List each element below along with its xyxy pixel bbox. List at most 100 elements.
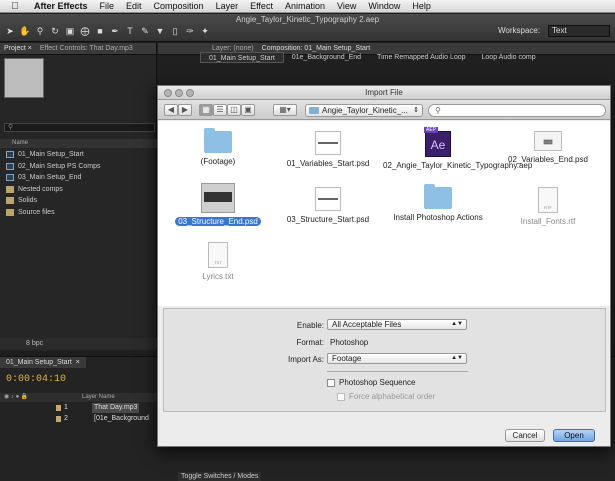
checkbox-box[interactable] xyxy=(327,378,335,387)
minimize-window-button[interactable] xyxy=(175,89,183,97)
brush-tool-icon[interactable]: ✎ xyxy=(139,25,151,37)
file-item[interactable]: AEP Ae 02_Angie_Taylor_Kinetic_Typography… xyxy=(383,127,532,171)
close-icon[interactable]: × xyxy=(76,359,80,366)
layer-name-column[interactable]: Layer Name xyxy=(82,393,115,402)
item-label: Source files xyxy=(18,208,55,216)
file-item[interactable]: 03_Structure_Start.psd xyxy=(273,187,383,225)
import-as-select[interactable]: Footage ▲▼ xyxy=(327,353,467,364)
photoshop-sequence-checkbox[interactable]: Photoshop Sequence xyxy=(327,378,416,387)
icon-view-button[interactable]: ▦ xyxy=(199,104,213,116)
cover-flow-button[interactable]: ▣ xyxy=(241,104,255,116)
cancel-button[interactable]: Cancel xyxy=(505,429,545,442)
list-item[interactable]: 02_Main Setup PS Comps xyxy=(0,161,157,173)
menu-animation[interactable]: Animation xyxy=(279,0,331,13)
tab-layer[interactable]: Layer: (none) xyxy=(208,45,258,52)
list-view-button[interactable]: ☰ xyxy=(213,104,227,116)
path-label: Angie_Taylor_Kinetic_... xyxy=(322,106,408,115)
tab-project[interactable]: Project × xyxy=(0,45,36,52)
menu-edit[interactable]: Edit xyxy=(120,0,148,13)
txt-file-icon: TXT xyxy=(208,242,228,268)
arrange-menu-button[interactable]: ▦▾ xyxy=(273,104,297,116)
timeline-layer[interactable]: 2 [01e_Background xyxy=(0,414,157,424)
file-item[interactable]: ▓▓▓ 02_Variables_End.psd xyxy=(493,131,603,165)
after-effects-project-icon: AEP Ae xyxy=(424,127,451,157)
file-item[interactable]: RTF Install_Fonts.rtf xyxy=(493,187,603,227)
project-panel: Project × Effect Controls: That Day.mp3 … xyxy=(0,43,157,351)
list-item[interactable]: 01_Main Setup_Start xyxy=(0,149,157,161)
checkbox-box[interactable] xyxy=(337,392,345,401)
type-tool-icon[interactable]: T xyxy=(124,25,136,37)
label-color[interactable] xyxy=(56,405,61,411)
enable-select[interactable]: All Acceptable Files ▲▼ xyxy=(327,319,467,330)
project-column-name[interactable]: Name xyxy=(0,139,157,148)
import-options: Enable: All Acceptable Files ▲▼ Format: P… xyxy=(163,308,606,412)
apple-menu-icon[interactable]:  xyxy=(8,0,22,13)
selection-tool-icon[interactable]: ➤ xyxy=(4,25,16,37)
current-time[interactable]: 0:00:04:10 xyxy=(6,374,66,385)
layer-name[interactable]: [01e_Background xyxy=(92,414,151,424)
menu-view[interactable]: View xyxy=(331,0,362,13)
tab-effect-controls[interactable]: Effect Controls: That Day.mp3 xyxy=(36,45,137,52)
back-button[interactable]: ◀ xyxy=(164,104,178,116)
menu-composition[interactable]: Composition xyxy=(148,0,210,13)
layer-name[interactable]: That Day.mp3 xyxy=(92,403,140,413)
file-item-selected[interactable]: 03_Structure_End.psd xyxy=(163,183,273,227)
pan-behind-tool-icon[interactable]: ⨁ xyxy=(79,25,91,37)
file-label: 02_Variables_End.psd xyxy=(508,155,588,164)
pen-tool-icon[interactable]: ✒ xyxy=(109,25,121,37)
zoom-window-button[interactable] xyxy=(186,89,194,97)
list-item[interactable]: 03_Main Setup_End xyxy=(0,172,157,184)
rotate-tool-icon[interactable]: ↻ xyxy=(49,25,61,37)
puppet-pin-tool-icon[interactable]: ✦ xyxy=(199,25,211,37)
file-item[interactable]: 01_Variables_Start.psd xyxy=(273,131,383,169)
menu-layer[interactable]: Layer xyxy=(210,0,245,13)
file-item[interactable]: (Footage) xyxy=(163,128,273,167)
flow-item[interactable]: 01e_Background_End xyxy=(284,52,369,63)
clone-stamp-tool-icon[interactable]: ▼ xyxy=(154,25,166,37)
file-item[interactable]: Install Photoshop Actions xyxy=(383,184,493,223)
tab-timeline[interactable]: 01_Main Setup_Start × xyxy=(0,357,86,368)
menu-effect[interactable]: Effect xyxy=(244,0,279,13)
roto-brush-tool-icon[interactable]: ✑ xyxy=(184,25,196,37)
rectangle-tool-icon[interactable]: ■ xyxy=(94,25,106,37)
list-item[interactable]: Nested comps xyxy=(0,184,157,196)
list-item[interactable]: Solids xyxy=(0,195,157,207)
eraser-tool-icon[interactable]: ▯ xyxy=(169,25,181,37)
item-label: Solids xyxy=(18,197,38,205)
camera-tool-icon[interactable]: ▣ xyxy=(64,25,76,37)
file-item[interactable]: TXT Lyrics.txt xyxy=(163,242,273,282)
close-window-button[interactable] xyxy=(164,89,172,97)
tab-composition[interactable]: Composition: 01_Main Setup_Start xyxy=(258,45,375,52)
flow-item[interactable]: Loop Audio comp xyxy=(474,52,544,63)
search-input[interactable]: ⚲ xyxy=(428,104,606,117)
toggle-switches-modes[interactable]: Toggle Switches / Modes xyxy=(178,472,262,481)
layer-number: 2 xyxy=(64,415,68,422)
dialog-title: Import File xyxy=(365,88,403,97)
composition-flow: 01_Main Setup_Start 01e_Background_End T… xyxy=(200,52,544,63)
path-popup[interactable]: Angie_Taylor_Kinetic_... ⇕ xyxy=(305,104,423,117)
forward-button[interactable]: ▶ xyxy=(178,104,192,116)
workspace-select[interactable]: Text xyxy=(548,25,610,37)
open-button[interactable]: Open xyxy=(553,429,595,442)
label-color[interactable] xyxy=(56,416,61,422)
composition-icon xyxy=(6,174,14,182)
item-label: 03_Main Setup_End xyxy=(18,174,82,182)
bpc-label[interactable]: 8 bpc xyxy=(26,340,43,347)
search-icon: ⚲ xyxy=(8,124,14,131)
timeline-layer[interactable]: 1 That Day.mp3 xyxy=(0,403,157,413)
menu-window[interactable]: Window xyxy=(362,0,406,13)
menu-help[interactable]: Help xyxy=(406,0,437,13)
app-glyph: Ae xyxy=(430,138,446,152)
file-label: 03_Structure_Start.psd xyxy=(286,215,370,224)
force-alphabetical-checkbox[interactable]: Force alphabetical order xyxy=(337,392,435,401)
menu-file[interactable]: File xyxy=(94,0,121,13)
hand-tool-icon[interactable]: ✋ xyxy=(19,25,31,37)
project-search-input[interactable]: ⚲ xyxy=(4,123,155,132)
column-view-button[interactable]: ◫ xyxy=(227,104,241,116)
menu-app[interactable]: After Effects xyxy=(28,0,94,13)
list-item[interactable]: Source files xyxy=(0,207,157,219)
zoom-tool-icon[interactable]: ⚲ xyxy=(34,25,46,37)
flow-item[interactable]: 01_Main Setup_Start xyxy=(200,52,284,63)
checkbox-label: Photoshop Sequence xyxy=(339,378,416,387)
flow-item[interactable]: Time Remapped Audio Loop xyxy=(369,52,473,63)
